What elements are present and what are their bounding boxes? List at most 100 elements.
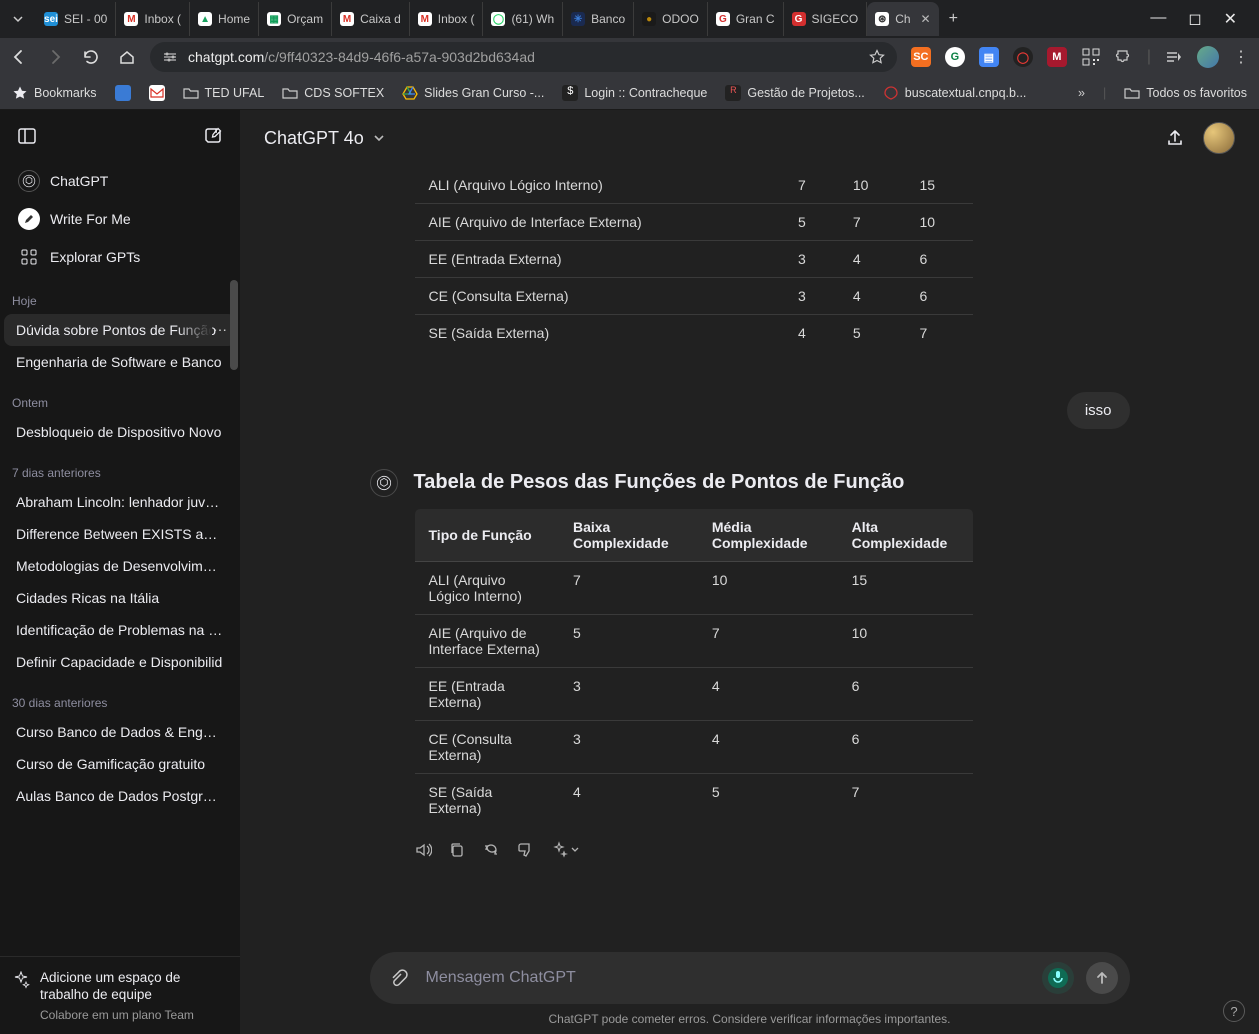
sidebar-chat-item[interactable]: Abraham Lincoln: lenhador juvenil [4, 486, 236, 518]
address-bar[interactable]: chatgpt.com/c/9ff40323-84d9-46f6-a57a-90… [150, 42, 897, 72]
profile-avatar-icon[interactable] [1197, 46, 1219, 68]
voice-input-button[interactable] [1042, 962, 1074, 994]
tab-label: SIGECO [812, 12, 859, 26]
sidebar-nav-explore[interactable]: Explorar GPTs [8, 238, 232, 276]
extensions-puzzle-icon[interactable] [1115, 48, 1133, 66]
browser-tab[interactable]: ⊛Ch✕ [867, 2, 938, 36]
browser-tab[interactable]: ●ODOO [634, 2, 708, 36]
tab-label: ODOO [662, 12, 699, 26]
browser-tab[interactable]: ▦Orçam [259, 2, 332, 36]
bookmark-item[interactable]: $Login :: Contracheque [562, 85, 707, 101]
send-button[interactable] [1086, 962, 1118, 994]
sidebar-toggle-button[interactable] [12, 121, 42, 151]
model-selector[interactable]: ChatGPT 4o [264, 128, 386, 149]
browser-tab[interactable]: ◯(61) Wh [483, 2, 563, 36]
sidebar-chat-item[interactable]: Aulas Banco de Dados PostgreSQ [4, 780, 236, 812]
bookmark-item[interactable] [149, 85, 165, 101]
bookmark-site-icon [883, 85, 899, 101]
model-selector-label: ChatGPT 4o [264, 128, 364, 149]
table-cell: 15 [906, 167, 973, 204]
table-cell: 3 [559, 668, 698, 721]
nav-back-button[interactable] [10, 48, 28, 66]
read-aloud-button[interactable] [414, 841, 432, 859]
sidebar-chat-item[interactable]: Curso Banco de Dados & Engenh [4, 716, 236, 748]
ext-icon-opera[interactable]: ◯ [1013, 47, 1033, 67]
thumbs-down-button[interactable] [516, 841, 534, 859]
attach-button[interactable] [382, 962, 414, 994]
bookmark-item[interactable]: RGestão de Projetos... [725, 85, 864, 101]
table-header-cell: Baixa Complexidade [559, 509, 698, 562]
change-model-button[interactable] [550, 841, 580, 859]
share-button[interactable] [1165, 128, 1185, 148]
all-bookmarks-folder[interactable]: Todos os favoritos [1124, 85, 1247, 101]
table-cell: 3 [784, 278, 839, 315]
bookmark-item[interactable]: Slides Gran Curso -... [402, 85, 544, 101]
browser-tab[interactable]: ▲Home [190, 2, 259, 36]
new-tab-button[interactable]: + [939, 10, 968, 28]
nav-reload-button[interactable] [82, 48, 100, 66]
ext-icon-qr[interactable] [1081, 47, 1101, 67]
tab-list-dropdown[interactable] [4, 5, 32, 33]
ext-icon-mendeley[interactable]: M [1047, 47, 1067, 67]
table-row: CE (Consulta Externa)346 [414, 721, 973, 774]
window-maximize-button[interactable]: ◻ [1188, 9, 1201, 29]
tab-close-button[interactable]: ✕ [921, 12, 931, 26]
copy-button[interactable] [448, 841, 466, 859]
browser-tab[interactable]: GGran C [708, 2, 784, 36]
bookmark-label: Bookmarks [34, 86, 97, 100]
bookmark-item[interactable] [115, 85, 131, 101]
sidebar-nav-writeforme[interactable]: Write For Me [8, 200, 232, 238]
ext-icon-sc[interactable]: SC [911, 47, 931, 67]
new-chat-button[interactable] [198, 121, 228, 151]
site-settings-icon[interactable] [162, 49, 178, 65]
nav-forward-button[interactable] [46, 48, 64, 66]
browser-tab[interactable]: MCaixa d [332, 2, 410, 36]
bookmark-item[interactable]: CDS SOFTEX [282, 85, 384, 101]
table-cell: 5 [784, 204, 839, 241]
bookmarks-overflow-button[interactable]: » [1078, 86, 1085, 100]
ext-icon-grammarly[interactable]: G [945, 47, 965, 67]
ext-icon-docs[interactable]: ▤ [979, 47, 999, 67]
sidebar-chat-item[interactable]: Difference Between EXISTS and IN [4, 518, 236, 550]
browser-tab[interactable]: seiSEI - 00 [36, 2, 116, 36]
nav-home-button[interactable] [118, 48, 136, 66]
bookmark-app-icon: R [725, 85, 741, 101]
openai-logo-icon [18, 170, 40, 192]
browser-tab[interactable]: GSIGECO [784, 2, 868, 36]
regenerate-button[interactable] [482, 841, 500, 859]
table-cell: 10 [839, 167, 906, 204]
window-minimize-button[interactable]: — [1150, 9, 1166, 29]
bookmark-item[interactable]: Bookmarks [12, 85, 97, 101]
help-button[interactable]: ? [1223, 1000, 1245, 1022]
sidebar-nav-chatgpt[interactable]: ChatGPT [8, 162, 232, 200]
sidebar-upsell-team[interactable]: Adicione um espaço de trabalho de equipe… [12, 969, 228, 1022]
tab-label: Inbox ( [438, 12, 475, 26]
extension-icons: SC G ▤ ◯ M | ⋮ [911, 46, 1249, 68]
table-cell: 6 [838, 721, 973, 774]
sidebar-chat-item[interactable]: Curso de Gamificação gratuito [4, 748, 236, 780]
sidebar-chat-item[interactable]: Metodologias de Desenvolvimento [4, 550, 236, 582]
sidebar-chat-item[interactable]: Definir Capacidade e Disponibilid [4, 646, 236, 678]
sidebar-section-title: Hoje [0, 276, 240, 314]
sidebar-chat-item[interactable]: Desbloqueio de Dispositivo Novo [4, 416, 236, 448]
sidebar-chat-item[interactable]: Cidades Ricas na Itália [4, 582, 236, 614]
window-close-button[interactable]: ✕ [1224, 9, 1237, 29]
bookmark-item[interactable]: buscatextual.cnpq.b... [883, 85, 1027, 101]
side-panel-icon[interactable] [1165, 48, 1183, 66]
sidebar-scrollbar-thumb[interactable] [230, 280, 238, 370]
message-input[interactable] [426, 969, 1030, 987]
bookmark-item[interactable]: TED UFAL [183, 85, 265, 101]
table-cell: 3 [784, 241, 839, 278]
sidebar-chat-item[interactable]: Dúvida sobre Pontos de Função⋯ [4, 314, 236, 346]
sidebar-section-title: 30 dias anteriores [0, 678, 240, 716]
chat-item-menu-button[interactable]: ⋯ [213, 322, 228, 339]
sidebar-chat-item[interactable]: Engenharia de Software e Banco [4, 346, 236, 378]
sidebar-chat-item[interactable]: Identificação de Problemas na Ed [4, 614, 236, 646]
browser-tab[interactable]: MInbox ( [116, 2, 190, 36]
browser-tab[interactable]: MInbox ( [410, 2, 484, 36]
browser-menu-icon[interactable]: ⋮ [1233, 47, 1249, 67]
user-avatar[interactable] [1203, 122, 1235, 154]
assistant-avatar-icon [370, 469, 398, 497]
browser-tab[interactable]: ✳Banco [563, 2, 634, 36]
bookmark-star-icon[interactable] [869, 49, 885, 65]
